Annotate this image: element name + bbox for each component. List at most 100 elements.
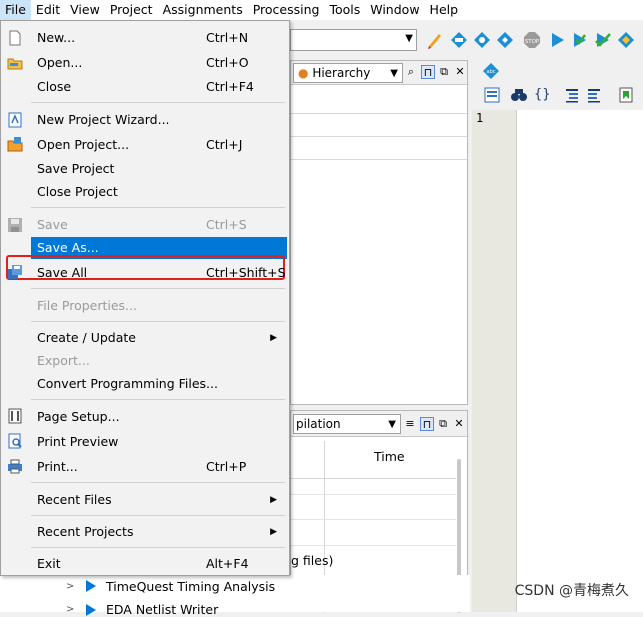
- hierarchy-select[interactable]: ● Hierarchy ▼: [293, 63, 403, 83]
- row-divider: [291, 519, 456, 520]
- task-list: > TimeQuest Timing Analysis > EDA Netlis…: [0, 575, 470, 617]
- menu-item-new[interactable]: New... Ctrl+N: [31, 27, 287, 49]
- save-icon: [8, 218, 22, 232]
- insert-template-icon[interactable]: [484, 87, 500, 103]
- find-icon[interactable]: [510, 87, 528, 103]
- chevron-down-icon: ▼: [388, 419, 396, 430]
- brace-icon[interactable]: {}: [534, 87, 551, 102]
- time-column-header: Time: [374, 449, 405, 464]
- menu-item-recent-files[interactable]: Recent Files ▶: [31, 489, 287, 511]
- menu-separator: [31, 515, 285, 516]
- menu-processing[interactable]: Processing: [248, 0, 325, 20]
- menu-item-new-project-wizard[interactable]: New Project Wizard...: [31, 109, 287, 131]
- tasks-toolbar: pilation ▼ ≡ ⊓ ⧉ ✕: [291, 411, 467, 437]
- task-timequest[interactable]: TimeQuest Timing Analysis: [106, 579, 275, 594]
- submenu-arrow-icon: ▶: [270, 527, 277, 537]
- watermark: CSDN @青梅煮久: [514, 583, 629, 599]
- analysis-icon[interactable]: [571, 31, 589, 49]
- task-row-partial: g files): [291, 553, 334, 568]
- timing-analysis-icon[interactable]: [594, 31, 612, 49]
- save-all-icon: [8, 265, 22, 279]
- run-task-icon[interactable]: [86, 580, 96, 592]
- new-file-icon: [9, 30, 21, 46]
- open-folder-icon: [7, 58, 23, 70]
- menu-item-print[interactable]: Print... Ctrl+P: [31, 456, 287, 478]
- toolbar-combo[interactable]: ▼: [290, 29, 417, 51]
- spell-check-icon[interactable]: abc: [482, 62, 500, 80]
- menu-project[interactable]: Project: [105, 0, 158, 20]
- menu-item-close[interactable]: Close Ctrl+F4: [31, 76, 287, 98]
- menu-separator: [31, 482, 285, 483]
- close-icon[interactable]: ✕: [453, 65, 467, 79]
- menu-file[interactable]: File: [0, 0, 31, 20]
- line-number-gutter: 1: [472, 110, 517, 612]
- menu-help[interactable]: Help: [425, 0, 464, 20]
- bookmark-icon[interactable]: [618, 87, 634, 103]
- hierarchy-select-label: Hierarchy: [312, 66, 371, 80]
- pin-planner-icon[interactable]: [473, 31, 491, 49]
- menu-item-print-preview[interactable]: Print Preview: [31, 431, 287, 453]
- chevron-down-icon: ▼: [390, 68, 398, 79]
- menu-item-recent-projects[interactable]: Recent Projects ▶: [31, 521, 287, 543]
- menu-separator: [31, 547, 285, 548]
- open-project-icon: [7, 137, 23, 152]
- menu-icon-column: [1, 21, 29, 575]
- hierarchy-icon: ●: [298, 66, 309, 80]
- close-icon[interactable]: ✕: [452, 417, 466, 431]
- menu-item-export[interactable]: Export...: [31, 350, 287, 372]
- project-navigator-panel: ● Hierarchy ▼ ⌕ ⊓ ⧉ ✕: [290, 60, 468, 405]
- menu-item-open[interactable]: Open... Ctrl+O: [31, 52, 287, 74]
- chevron-down-icon: ▼: [405, 33, 413, 44]
- menu-view[interactable]: View: [65, 0, 105, 20]
- tree-row-divider: [291, 159, 467, 160]
- editor-toolbar: abc {}: [472, 60, 643, 110]
- assignment-editor-icon[interactable]: [450, 31, 468, 49]
- search-icon[interactable]: ⌕: [404, 65, 418, 79]
- task-flow-select[interactable]: pilation ▼: [293, 414, 401, 434]
- svg-text:STOP: STOP: [525, 39, 540, 45]
- menu-item-exit[interactable]: Exit Alt+F4: [31, 553, 287, 575]
- run-task-icon[interactable]: [86, 604, 96, 616]
- menu-bar: File Edit View Project Assignments Proce…: [0, 0, 643, 20]
- menu-separator: [31, 399, 285, 400]
- float-icon[interactable]: ⧉: [437, 65, 451, 79]
- row-divider: [291, 545, 456, 546]
- task-eda-netlist[interactable]: EDA Netlist Writer: [106, 602, 218, 617]
- menu-lines-icon[interactable]: ≡: [403, 417, 417, 431]
- stop-icon[interactable]: STOP: [523, 31, 541, 49]
- line-number: 1: [476, 111, 484, 125]
- start-compilation-icon[interactable]: [548, 31, 566, 49]
- menu-separator: [31, 321, 285, 322]
- pin-icon[interactable]: ⊓: [420, 417, 434, 431]
- pencil-icon[interactable]: [426, 31, 444, 49]
- menu-item-close-project[interactable]: Close Project: [31, 181, 287, 203]
- tasks-table-header: Time: [291, 441, 456, 479]
- menu-separator: [31, 102, 285, 103]
- menu-item-page-setup[interactable]: Page Setup...: [31, 406, 287, 428]
- menu-edit[interactable]: Edit: [31, 0, 65, 20]
- text-editor[interactable]: abc {} 1: [472, 60, 643, 612]
- menu-item-open-project[interactable]: Open Project... Ctrl+J: [31, 134, 287, 156]
- abc-badge: abc: [487, 69, 496, 75]
- float-icon[interactable]: ⧉: [436, 417, 450, 431]
- menu-item-save[interactable]: Save Ctrl+S: [31, 214, 287, 236]
- menu-item-save-project[interactable]: Save Project: [31, 158, 287, 180]
- submenu-arrow-icon: ▶: [270, 495, 277, 505]
- chip-planner-icon[interactable]: [496, 31, 514, 49]
- expand-arrow-icon[interactable]: >: [66, 581, 74, 592]
- project-wizard-icon: [8, 112, 22, 128]
- menu-item-create-update[interactable]: Create / Update ▶: [31, 327, 287, 349]
- menu-item-save-all[interactable]: Save All Ctrl+Shift+S: [31, 262, 287, 284]
- menu-window[interactable]: Window: [365, 0, 424, 20]
- expand-arrow-icon[interactable]: >: [66, 604, 74, 615]
- menu-item-convert-programming-files[interactable]: Convert Programming Files...: [31, 373, 287, 395]
- programmer-icon[interactable]: [617, 31, 635, 49]
- unindent-icon[interactable]: [586, 87, 602, 103]
- indent-icon[interactable]: [564, 87, 580, 103]
- pin-icon[interactable]: ⊓: [421, 65, 435, 79]
- menu-item-file-properties[interactable]: File Properties...: [31, 295, 287, 317]
- menu-separator: [31, 288, 285, 289]
- row-divider: [291, 494, 456, 495]
- menu-assignments[interactable]: Assignments: [158, 0, 248, 20]
- menu-tools[interactable]: Tools: [324, 0, 365, 20]
